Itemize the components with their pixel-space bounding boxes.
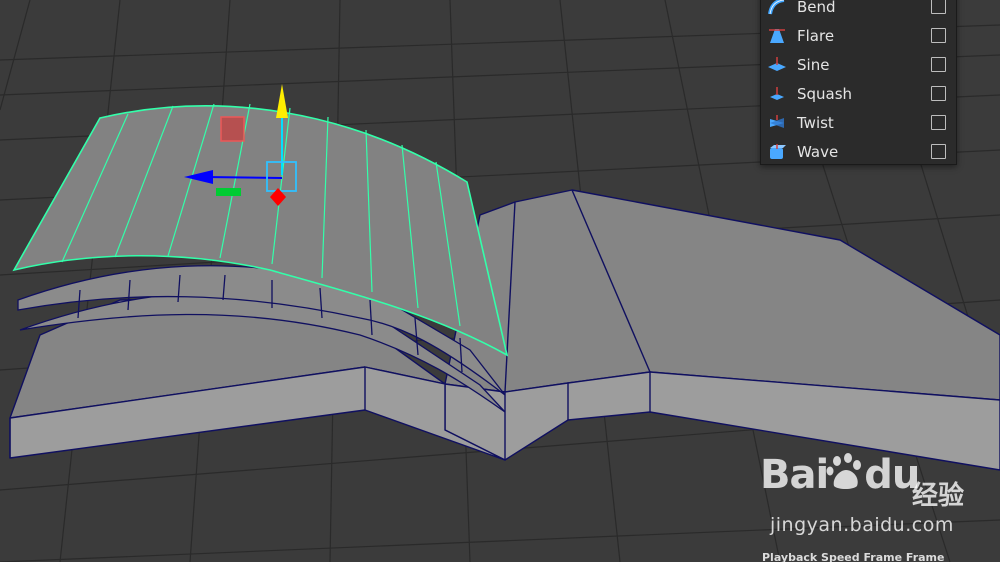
yz-plane-handle [220, 116, 245, 142]
watermark-cn: 经验 [912, 481, 965, 511]
bend-icon [767, 0, 787, 17]
menu-item-label: Twist [797, 113, 834, 132]
paw-logo-icon [826, 453, 862, 489]
book-right-half[interactable] [444, 189, 1000, 471]
squash-icon [767, 84, 787, 104]
watermark-url: jingyan.baidu.com [770, 514, 954, 536]
watermark-brand: Bai du [760, 452, 920, 498]
menu-item-flare[interactable]: Flare [761, 21, 956, 50]
menu-item-twist[interactable]: Twist [761, 108, 956, 137]
book-left-half[interactable] [9, 297, 506, 461]
option-box-bend[interactable] [931, 0, 946, 14]
menu-item-label: Sine [797, 55, 830, 74]
playback-status-text: Playback Speed Frame Frame [762, 551, 945, 562]
menu-item-label: Bend [797, 0, 836, 16]
menu-item-bend[interactable]: Bend [761, 0, 956, 21]
menu-item-squash[interactable]: Squash [761, 79, 956, 108]
twist-icon [767, 113, 787, 133]
y-axis-arrow-icon [276, 84, 288, 118]
menu-item-wave[interactable]: Wave [761, 137, 956, 166]
z-axis-handle [216, 188, 241, 196]
option-box-sine[interactable] [931, 57, 946, 72]
menu-item-label: Flare [797, 26, 835, 45]
sine-icon [767, 55, 787, 75]
menu-item-sine[interactable]: Sine [761, 50, 956, 79]
menu-item-label: Wave [797, 142, 839, 161]
menu-item-label: Squash [797, 84, 853, 103]
option-box-flare[interactable] [931, 28, 946, 43]
option-box-twist[interactable] [931, 115, 946, 130]
option-box-wave[interactable] [931, 144, 946, 159]
baidu-jingyan-watermark: Bai du 经验 jingyan.baidu.com [760, 452, 1000, 542]
option-box-squash[interactable] [931, 86, 946, 101]
wave-icon [767, 142, 787, 162]
flare-icon [767, 26, 787, 46]
deformer-dropdown-menu: Bend Flare Sine Squash Twist Wave [760, 0, 957, 165]
